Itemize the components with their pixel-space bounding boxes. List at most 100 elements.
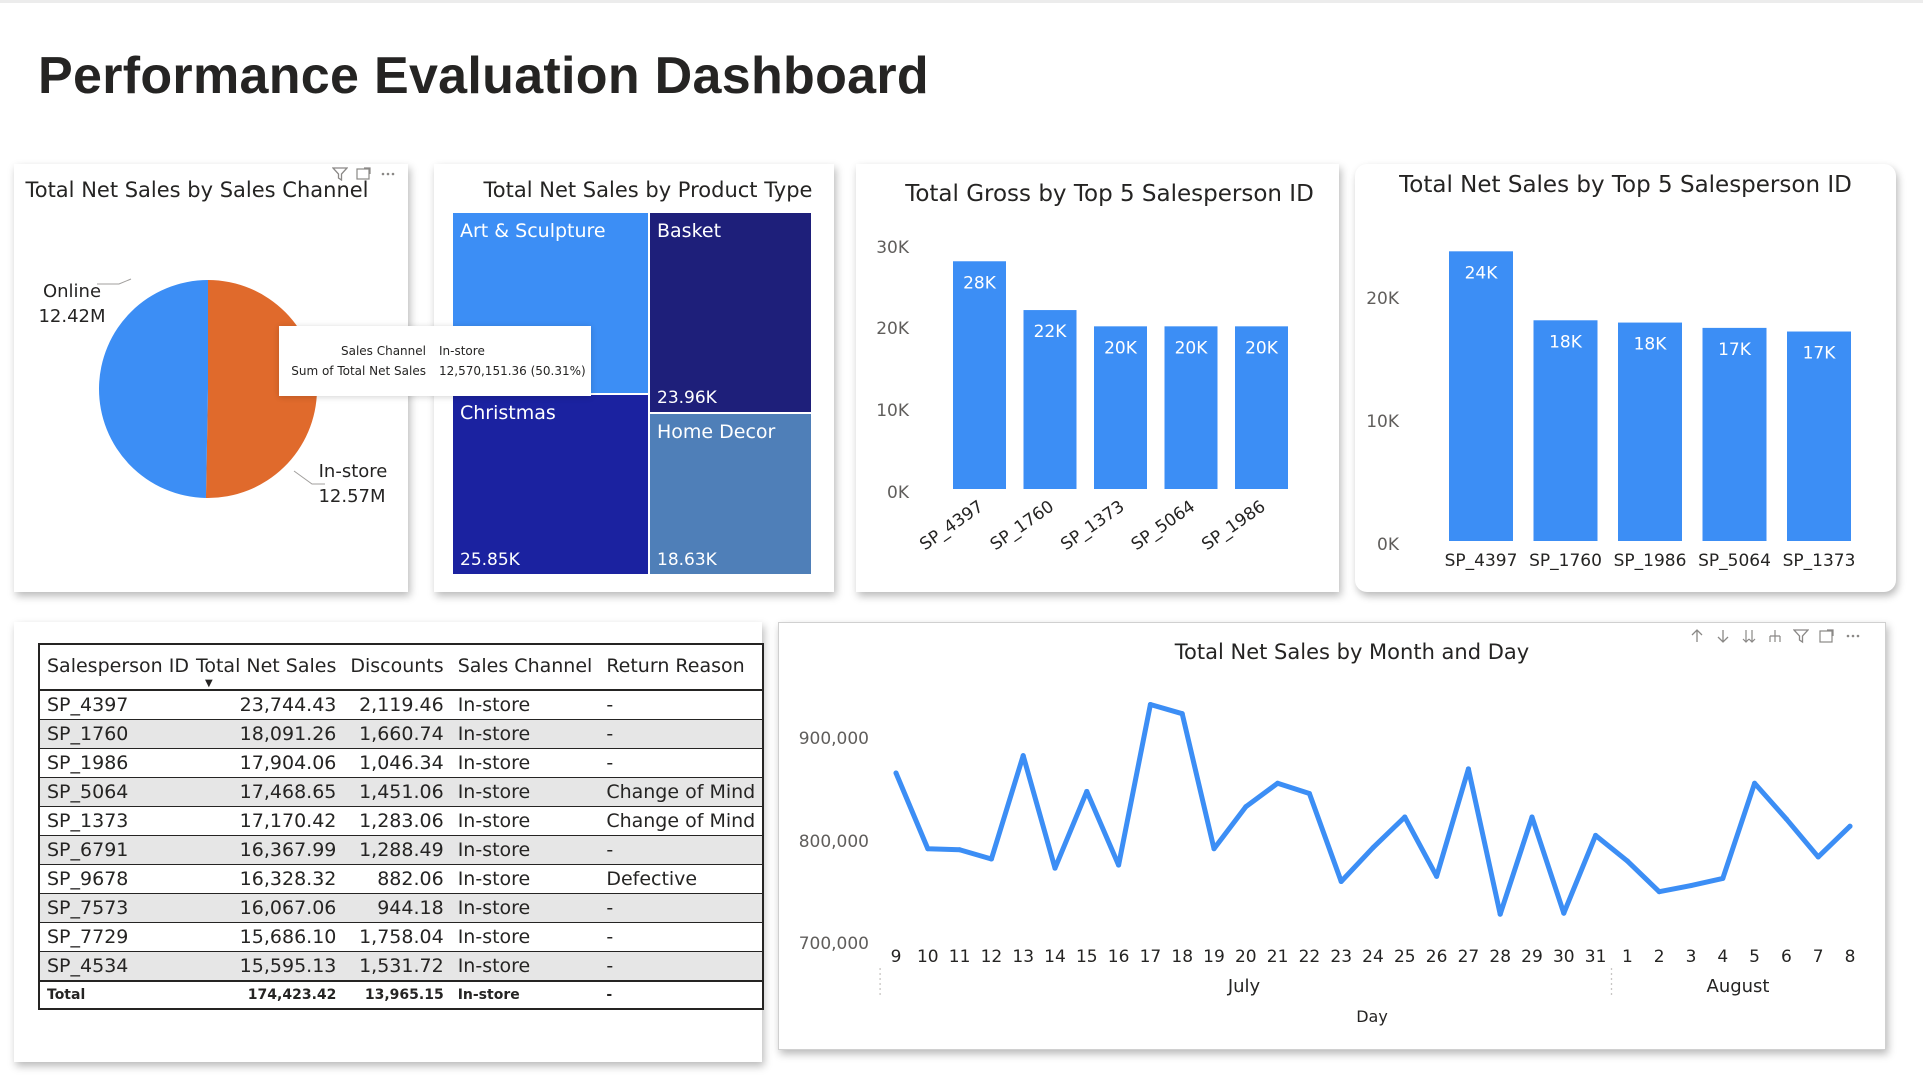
table-row[interactable]: SP_7729 15,686.10 1,758.04 In-store - [39, 922, 764, 952]
x-tick-label: 12 [981, 947, 1003, 967]
table-cell: SP_4397 [39, 689, 196, 720]
line-point[interactable] [988, 856, 994, 862]
table-cell: In-store [450, 893, 600, 923]
table-row[interactable]: SP_1760 18,091.26 1,660.74 In-store - [39, 719, 764, 749]
series-line[interactable] [893, 701, 1853, 917]
line-point[interactable] [1052, 865, 1058, 871]
gross-bar-card[interactable]: Total Gross by Top 5 Salesperson ID 30K … [856, 164, 1339, 592]
line-point[interactable] [1529, 814, 1535, 820]
column-header[interactable]: Discounts [343, 644, 451, 691]
treemap-cell-christmas[interactable]: Christmas 25.85K [452, 394, 649, 575]
bar-data-label: 28K [963, 273, 997, 293]
column-header[interactable]: Return Reason [599, 644, 764, 691]
table-row[interactable]: SP_7573 16,067.06 944.18 In-store - [39, 893, 764, 923]
line-point[interactable] [1465, 766, 1471, 772]
line-point[interactable] [1561, 910, 1567, 916]
x-tick-label: 16 [1108, 947, 1130, 967]
x-tick-label: SP_1986 [1614, 551, 1687, 571]
table-row[interactable]: SP_5064 17,468.65 1,451.06 In-store Change o… [39, 777, 764, 807]
line-point[interactable] [957, 847, 963, 853]
line-point[interactable] [1147, 701, 1153, 707]
treemap-cell-label: Art & Sculpture [460, 220, 606, 242]
line-point[interactable] [1434, 873, 1440, 879]
line-point[interactable] [1688, 883, 1694, 889]
treemap-cell-value: 23.96K [657, 388, 717, 408]
line-point[interactable] [925, 846, 931, 852]
gross-bar-chart[interactable]: 30K 20K 10K 0K 28K SP_4397 22K SP_1760 20K SP… [856, 164, 1339, 592]
line-point[interactable] [1338, 878, 1344, 884]
column-header[interactable]: Salesperson ID [39, 644, 196, 691]
pie-slice-online[interactable] [98, 280, 208, 498]
line-point[interactable] [1370, 845, 1376, 851]
line-point[interactable] [1497, 911, 1503, 917]
table-row[interactable]: SP_1373 17,170.42 1,283.06 In-store Change o… [39, 806, 764, 836]
table-total-cell: Total [39, 980, 196, 1009]
bar-data-label: 20K [1245, 338, 1279, 358]
sort-descending-icon[interactable]: ▼ [205, 678, 213, 689]
table-total-row: Total 174,423.42 13,965.15 In-store - [39, 980, 764, 1009]
line-point[interactable] [1847, 823, 1853, 829]
line-point[interactable] [1593, 832, 1599, 838]
line-chart-card[interactable]: Total Net Sales by Month and Day 900,000… [778, 622, 1886, 1050]
line-point[interactable] [1243, 804, 1249, 810]
column-header[interactable]: Total Net Sales ▼ [195, 644, 344, 691]
table-cell: - [599, 835, 764, 865]
table-cell: 17,170.42 [195, 806, 344, 836]
table-cell: SP_5064 [39, 777, 196, 807]
table-header-row: Salesperson ID Total Net Sales ▼ Discoun… [39, 644, 764, 691]
table-cell: In-store [450, 922, 600, 952]
tooltip-field-label: Sum of Total Net Sales [291, 364, 426, 378]
line-point[interactable] [1020, 753, 1026, 759]
line-chart[interactable]: 900,000 800,000 700,000 July August Day … [779, 623, 1885, 1049]
line-point[interactable] [1179, 711, 1185, 717]
table-cell: 15,595.13 [195, 951, 344, 981]
table-cell: 17,468.65 [195, 777, 344, 807]
bar-SP_4397[interactable] [1449, 251, 1513, 541]
y-tick-label: 0K [1377, 535, 1400, 555]
line-point[interactable] [1084, 788, 1090, 794]
y-tick-label: 10K [876, 401, 910, 421]
x-tick-label: 3 [1686, 947, 1697, 967]
table-cell: - [599, 922, 764, 952]
bar-SP_4397[interactable] [953, 261, 1006, 489]
table-cell: 1,660.74 [343, 719, 451, 749]
table-row[interactable]: SP_6791 16,367.99 1,288.49 In-store - [39, 835, 764, 865]
line-point[interactable] [1624, 858, 1630, 864]
line-point[interactable] [1275, 780, 1281, 786]
table-row[interactable]: SP_4534 15,595.13 1,531.72 In-store - [39, 951, 764, 981]
month-label-august: August [1707, 976, 1770, 997]
bar-SP_1986[interactable] [1618, 322, 1682, 541]
table-row[interactable]: SP_4397 23,744.43 2,119.46 In-store - [39, 689, 764, 720]
table-row[interactable]: SP_9678 16,328.32 882.06 In-store Defective [39, 864, 764, 894]
line-point[interactable] [1656, 889, 1662, 895]
bar-data-label: 17K [1803, 344, 1837, 364]
net-top5-bar-card[interactable]: Total Net Sales by Top 5 Salesperson ID … [1355, 164, 1896, 592]
bar-data-label: 18K [1634, 335, 1668, 355]
net-top5-bar-chart[interactable]: 20K 10K 0K 24K SP_4397 18K SP_1760 18K SP_198… [1355, 164, 1896, 592]
table-cell: In-store [450, 806, 600, 836]
line-point[interactable] [1116, 862, 1122, 868]
treemap-cell-home-decor[interactable]: Home Decor 18.63K [649, 413, 812, 575]
line-point[interactable] [1783, 816, 1789, 822]
line-point[interactable] [1815, 854, 1821, 860]
x-tick-label: 25 [1394, 947, 1416, 967]
line-point[interactable] [1720, 875, 1726, 881]
line-point[interactable] [1752, 780, 1758, 786]
table-cell: SP_6791 [39, 835, 196, 865]
column-header-label: Total Net Sales [195, 655, 337, 677]
x-tick-label: 1 [1622, 947, 1633, 967]
x-tick-label: 19 [1203, 947, 1225, 967]
line-point[interactable] [893, 770, 899, 776]
tooltip-field-value: In-store [439, 344, 485, 358]
bar-SP_1760[interactable] [1533, 320, 1598, 541]
treemap-cell-basket[interactable]: Basket 23.96K [649, 212, 812, 413]
line-point[interactable] [1211, 846, 1217, 852]
column-header[interactable]: Sales Channel [450, 644, 600, 691]
page-title: Performance Evaluation Dashboard [38, 47, 929, 105]
line-point[interactable] [1306, 790, 1312, 796]
table-row[interactable]: SP_1986 17,904.06 1,046.34 In-store - [39, 748, 764, 778]
line-point[interactable] [1402, 814, 1408, 820]
salesperson-table[interactable]: Salesperson ID Total Net Sales ▼ Discoun… [38, 643, 765, 1010]
x-tick-label: 21 [1267, 947, 1289, 967]
x-tick-label: SP_4397 [1445, 551, 1518, 571]
